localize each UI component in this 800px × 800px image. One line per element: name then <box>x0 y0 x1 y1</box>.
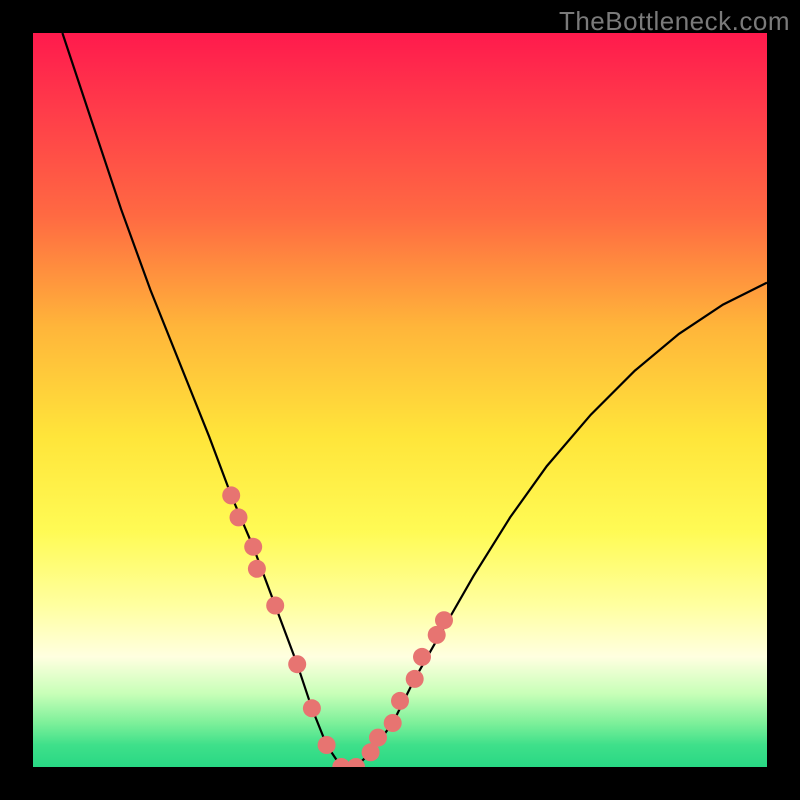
data-point <box>266 597 284 615</box>
data-point <box>369 729 387 747</box>
watermark-text: TheBottleneck.com <box>559 6 790 37</box>
outer-frame: TheBottleneck.com <box>0 0 800 800</box>
data-point <box>318 736 336 754</box>
data-point <box>413 648 431 666</box>
data-point <box>230 508 248 526</box>
data-point <box>222 486 240 504</box>
data-point <box>303 699 321 717</box>
data-point <box>406 670 424 688</box>
data-point <box>391 692 409 710</box>
data-point <box>248 560 266 578</box>
data-point <box>244 538 262 556</box>
data-point <box>384 714 402 732</box>
highlighted-points-group <box>222 486 453 767</box>
data-point <box>435 611 453 629</box>
plot-area <box>33 33 767 767</box>
curve-svg <box>33 33 767 767</box>
data-point <box>288 655 306 673</box>
